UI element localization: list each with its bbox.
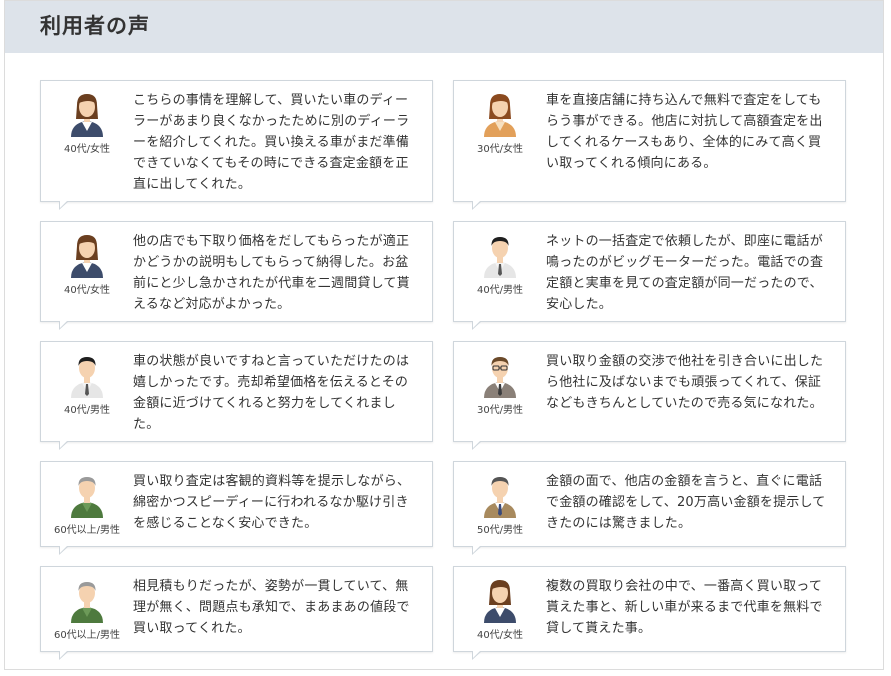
reviewer-age-gender: 60代以上/男性 xyxy=(53,525,121,536)
speech-bubble-tail xyxy=(472,200,482,210)
testimonial-text: 買い取り金額の交渉で他社を引き合いに出したら他社に及ばないまでも頑張ってくれて、… xyxy=(546,354,824,411)
speech-bubble-tail xyxy=(472,320,482,330)
person-icon xyxy=(460,352,540,398)
testimonial-text: 相見積もりだったが、姿勢が一貫していて、無理が無く、問題点も承知で、まあまあの値… xyxy=(133,579,410,636)
testimonial-card: 30代/男性 買い取り金額の交渉で他社を引き合いに出したら他社に及ばないまでも頑張… xyxy=(453,341,846,450)
reviewer-avatar: 40代/女性 xyxy=(47,91,127,155)
person-icon xyxy=(47,472,127,518)
testimonial-card: 40代/女性 他の店でも下取り価格をだしてもらったが適正かどうかの説明もしてもらっ… xyxy=(40,221,433,330)
testimonial-text: 車を直接店舗に持ち込んで無料で査定をしてもらう事ができる。他店に対抗して高額査定… xyxy=(546,93,823,171)
reviewer-age-gender: 40代/女性 xyxy=(63,285,111,296)
reviewer-avatar: 40代/男性 xyxy=(460,232,540,296)
person-icon xyxy=(47,577,127,623)
reviewer-age-gender: 60代以上/男性 xyxy=(53,630,121,641)
testimonial-card: 30代/女性 車を直接店舗に持ち込んで無料で査定をしてもらう事ができる。他店に対抗… xyxy=(453,80,846,210)
section-header: 利用者の声 xyxy=(5,1,883,53)
person-icon xyxy=(460,91,540,137)
reviewer-age-gender: 40代/男性 xyxy=(63,405,111,416)
speech-bubble-tail xyxy=(472,440,482,450)
reviewer-age-gender: 40代/女性 xyxy=(63,144,111,155)
testimonial-card: 60代以上/男性 買い取り査定は客観的資料等を提示しながら、綿密かつスピーディーに… xyxy=(40,461,433,555)
speech-bubble-tail xyxy=(59,440,69,450)
testimonial-card: 60代以上/男性 相見積もりだったが、姿勢が一貫していて、無理が無く、問題点も承知… xyxy=(40,566,433,660)
testimonial-text: 車の状態が良いですねと言っていただけたのは嬉しかったです。売却希望価格を伝えると… xyxy=(133,354,410,432)
reviewer-age-gender: 30代/女性 xyxy=(476,144,524,155)
testimonial-text: 複数の買取り会社の中で、一番高く買い取って貰えた事と、新しい車が来るまで代車を無… xyxy=(546,579,823,636)
testimonial-card: 40代/女性 複数の買取り会社の中で、一番高く買い取って貰えた事と、新しい車が来る… xyxy=(453,566,846,660)
speech-bubble-tail xyxy=(59,200,69,210)
section-title: 利用者の声 xyxy=(40,14,150,38)
reviewer-age-gender: 50代/男性 xyxy=(476,525,524,536)
testimonial-card: 50代/男性 金額の面で、他店の金額を言うと、直ぐに電話で金額の確認をして、20万… xyxy=(453,461,846,555)
person-icon xyxy=(47,232,127,278)
person-icon xyxy=(460,472,540,518)
testimonial-text: 買い取り査定は客観的資料等を提示しながら、綿密かつスピーディーに行われるなか駆け… xyxy=(133,474,411,531)
reviewer-avatar: 50代/男性 xyxy=(460,472,540,536)
reviewer-age-gender: 30代/男性 xyxy=(476,405,524,416)
reviewer-age-gender: 40代/男性 xyxy=(476,285,524,296)
reviewer-avatar: 60代以上/男性 xyxy=(47,472,127,536)
testimonial-card: 40代/男性 ネットの一括査定で依頼したが、即座に電話が鳴ったのがビッグモーターだ… xyxy=(453,221,846,330)
testimonial-text: こちらの事情を理解して、買いたい車のディーラーがあまり良くなかったために別のディ… xyxy=(133,93,410,192)
person-icon xyxy=(47,91,127,137)
reviewer-avatar: 40代/男性 xyxy=(47,352,127,416)
testimonial-text: ネットの一括査定で依頼したが、即座に電話が鳴ったのがビッグモーターだった。電話で… xyxy=(546,234,824,312)
testimonial-text: 他の店でも下取り価格をだしてもらったが適正かどうかの説明もしてもらって納得した。… xyxy=(133,234,410,312)
reviewer-avatar: 60代以上/男性 xyxy=(47,577,127,641)
person-icon xyxy=(47,352,127,398)
reviewer-age-gender: 40代/女性 xyxy=(476,630,524,641)
speech-bubble-tail xyxy=(472,650,482,660)
speech-bubble-tail xyxy=(59,650,69,660)
speech-bubble-tail xyxy=(59,320,69,330)
testimonial-card: 40代/女性 こちらの事情を理解して、買いたい車のディーラーがあまり良くなかったた… xyxy=(40,80,433,210)
speech-bubble-tail xyxy=(472,545,482,555)
person-icon xyxy=(460,577,540,623)
testimonial-text: 金額の面で、他店の金額を言うと、直ぐに電話で金額の確認をして、20万高い金額を提… xyxy=(546,474,826,531)
person-icon xyxy=(460,232,540,278)
speech-bubble-tail xyxy=(59,545,69,555)
reviewer-avatar: 40代/女性 xyxy=(47,232,127,296)
testimonial-card: 40代/男性 車の状態が良いですねと言っていただけたのは嬉しかったです。売却希望価… xyxy=(40,341,433,450)
reviewer-avatar: 30代/男性 xyxy=(460,352,540,416)
reviewer-avatar: 30代/女性 xyxy=(460,91,540,155)
reviewer-avatar: 40代/女性 xyxy=(460,577,540,641)
